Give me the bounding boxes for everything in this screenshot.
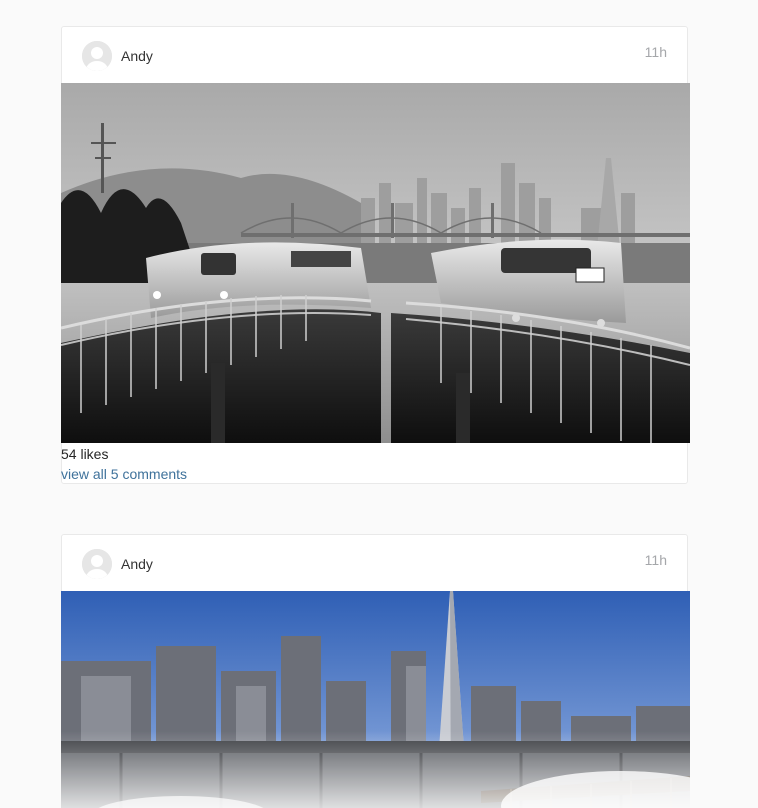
post-photo[interactable] [61, 591, 690, 808]
photo-feed: Andy 11h 54 likes view all 5 comments An… [0, 0, 758, 808]
post-header: Andy 11h [62, 535, 687, 591]
user-silhouette-icon [82, 549, 112, 579]
feed-post: Andy 11h [61, 534, 690, 808]
avatar[interactable] [82, 549, 112, 579]
avatar[interactable] [82, 41, 112, 71]
view-comments-link[interactable]: view all 5 comments [61, 466, 187, 482]
post-username[interactable]: Andy [121, 48, 153, 64]
post-photo[interactable] [61, 83, 690, 443]
feed-post: Andy 11h [61, 26, 690, 484]
post-timestamp: 11h [644, 552, 667, 568]
post-username[interactable]: Andy [121, 556, 153, 572]
post-header: Andy 11h [62, 27, 687, 83]
likes-count: 54 likes [61, 446, 109, 462]
post-timestamp: 11h [644, 44, 667, 60]
user-silhouette-icon [82, 41, 112, 71]
